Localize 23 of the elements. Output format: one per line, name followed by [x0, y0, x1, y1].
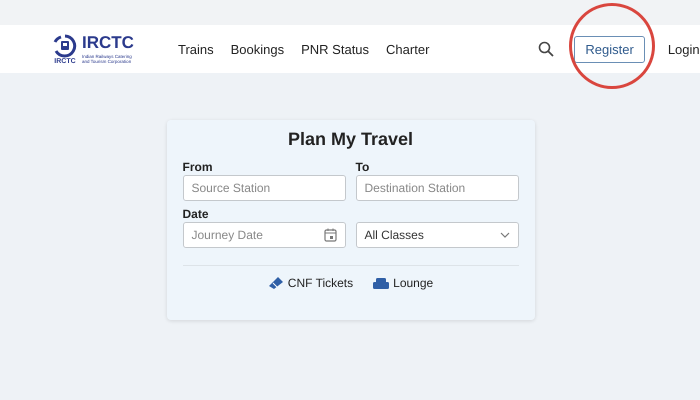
logo-wordmark: IRCTC — [82, 34, 134, 52]
nav-link[interactable]: PNR Status — [301, 42, 370, 56]
input-field[interactable]: Destination Station — [356, 175, 518, 201]
logo-emblem-icon — [52, 34, 78, 58]
date-field[interactable]: Journey Date — [182, 222, 346, 248]
nav-link[interactable]: Trains — [178, 42, 214, 56]
card-title: Plan My Travel — [286, 129, 414, 150]
quick-link[interactable]: Lounge — [373, 276, 434, 290]
register-button[interactable]: Register — [574, 36, 645, 62]
chevron-down-icon — [500, 232, 510, 238]
class-select[interactable]: All Classes — [356, 222, 518, 248]
quick-link[interactable]: CNF Tickets — [268, 276, 354, 290]
nav-link[interactable]: Bookings — [230, 42, 284, 56]
field-label: From — [182, 160, 214, 175]
calendar-icon[interactable] — [324, 228, 336, 242]
search-icon[interactable] — [538, 41, 554, 57]
field-label: To — [356, 160, 370, 175]
input-field[interactable]: Source Station — [182, 175, 346, 201]
sofa-icon — [373, 276, 390, 290]
field-label: Date — [182, 207, 210, 222]
login-link[interactable]: Login — [668, 42, 700, 56]
nav-link[interactable]: Charter — [386, 42, 430, 56]
ticket-icon — [268, 276, 284, 290]
